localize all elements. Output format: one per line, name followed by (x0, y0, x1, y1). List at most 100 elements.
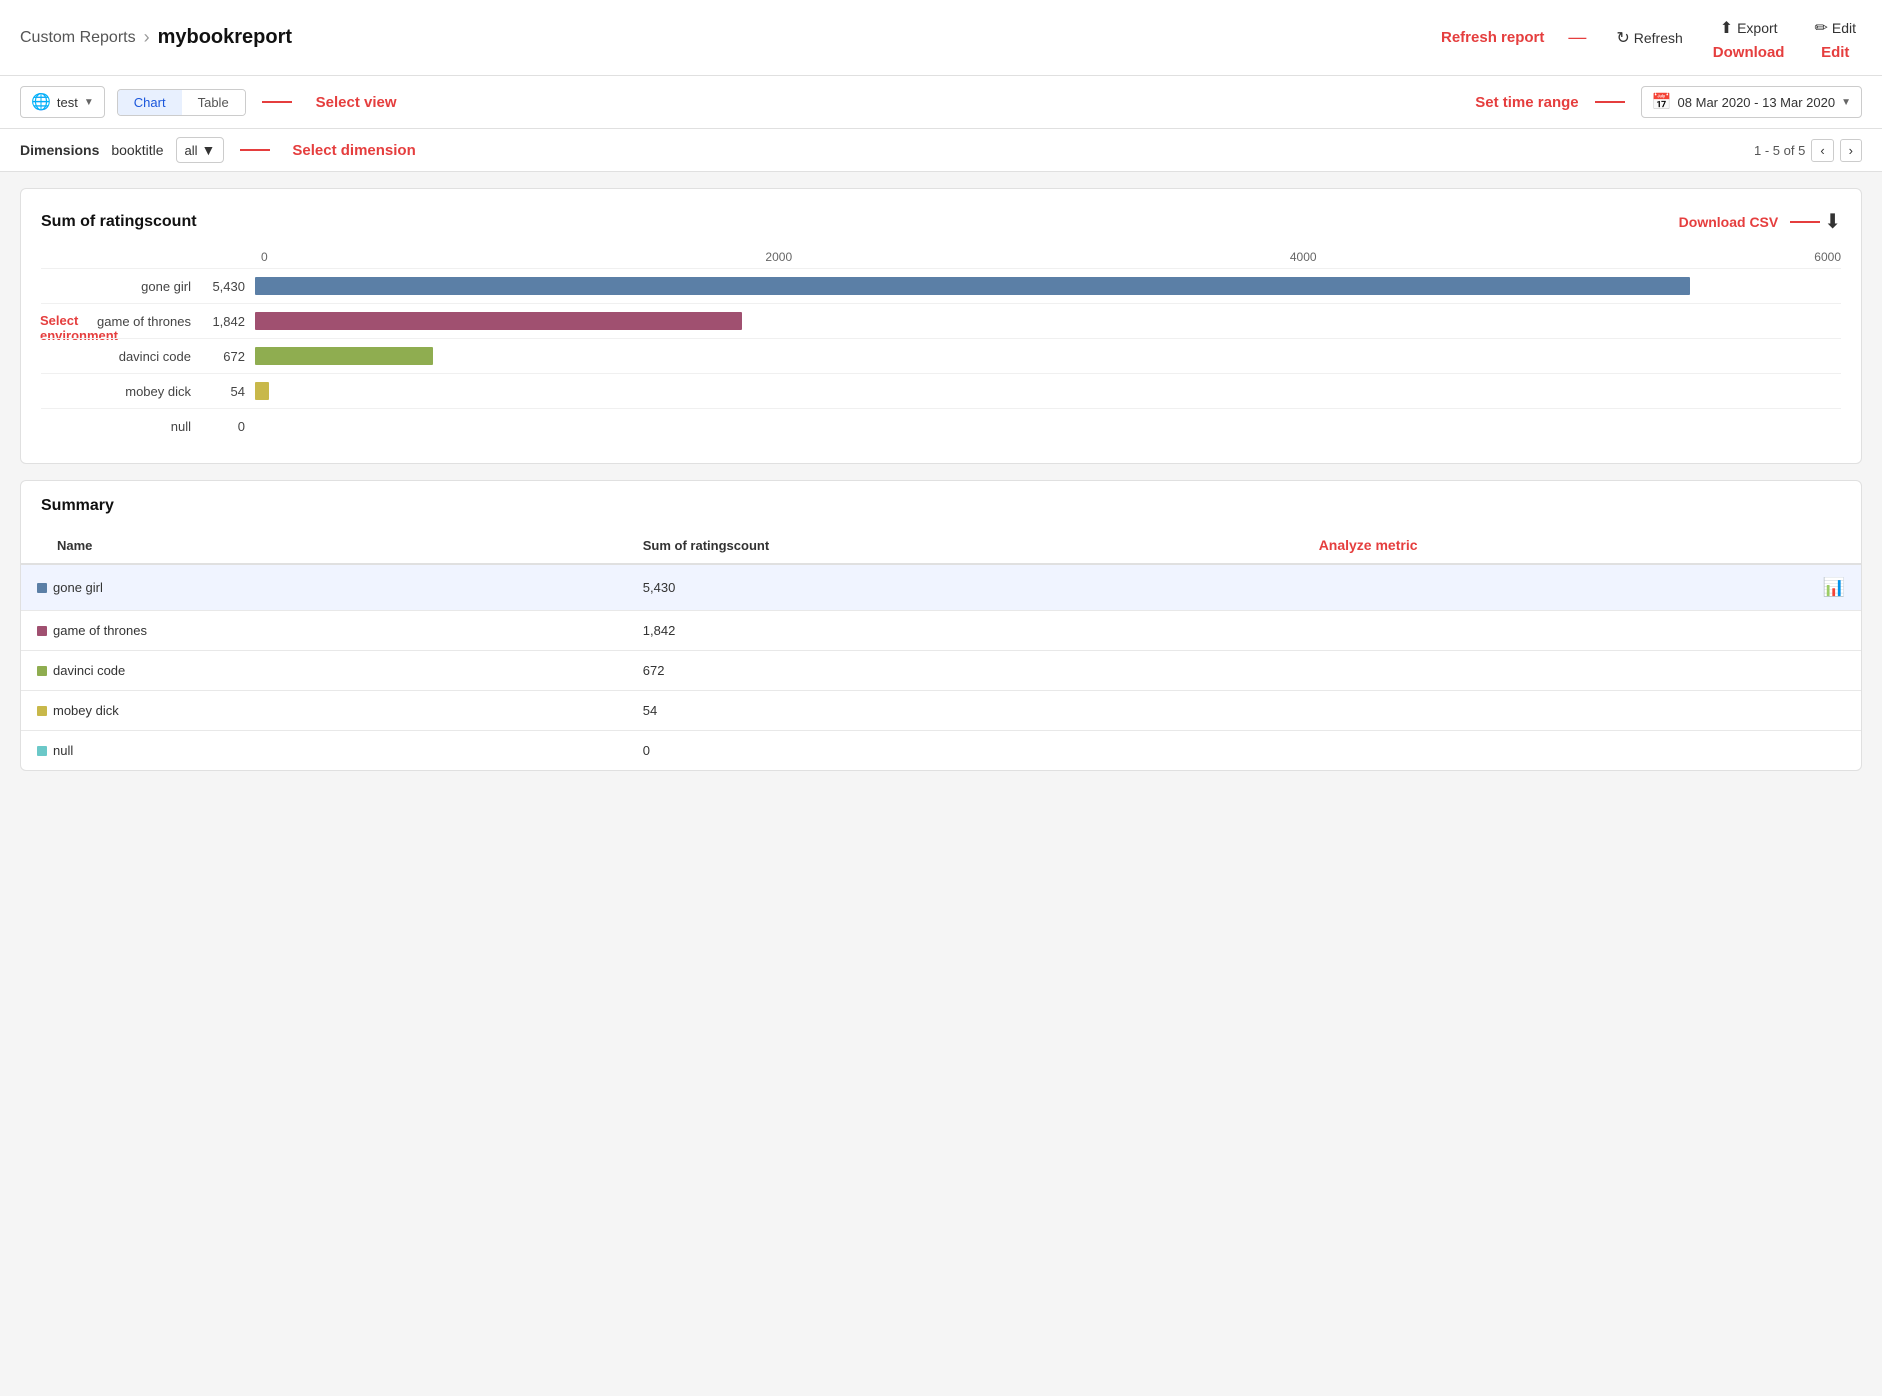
filter-caret-icon: ▼ (202, 142, 216, 158)
chart-row: davinci code 672 (41, 338, 1841, 373)
table-row: mobey dick 54 (21, 691, 1861, 731)
export-button[interactable]: ⬆ Export (1714, 14, 1784, 42)
page-prev-button[interactable]: ‹ (1811, 139, 1833, 162)
tab-table[interactable]: Table (182, 90, 245, 115)
export-label: Export (1737, 20, 1777, 36)
breadcrumb: Custom Reports › mybookreport (20, 26, 1441, 49)
toolbar: 🌐 test ▼ Chart Table Select view Set tim… (0, 76, 1882, 129)
summary-table: Name Sum of ratingscount Analyze metric … (21, 527, 1861, 770)
refresh-label: Refresh (1634, 30, 1683, 46)
time-caret-icon: ▼ (1841, 97, 1851, 108)
chart-row-label: null (41, 419, 201, 434)
set-time-range-annotation: Set time range (1475, 94, 1578, 111)
time-range-text: 08 Mar 2020 - 13 Mar 2020 (1678, 95, 1836, 110)
summary-title: Summary (41, 497, 1841, 515)
download-csv-arrow (1790, 221, 1820, 223)
chart-row-bar-area (255, 310, 1841, 332)
refresh-report-annotation: Refresh report (1441, 29, 1544, 46)
edit-icon: ✏ (1814, 18, 1827, 38)
chart-axis: 0 2000 4000 6000 (41, 250, 1841, 268)
table-row: game of thrones 1,842 (21, 611, 1861, 651)
chart-bar (255, 347, 433, 365)
row-label: gone girl (53, 580, 103, 595)
select-view-arrow (262, 101, 292, 103)
environment-selector[interactable]: 🌐 test ▼ (20, 86, 105, 118)
chart-row-value: 672 (201, 349, 255, 364)
analyze-cell-empty (1303, 651, 1861, 691)
chart-row: mobey dick 54 (41, 373, 1841, 408)
download-annotation: Download (1713, 44, 1785, 61)
chart-bar (255, 312, 742, 330)
summary-name-cell: gone girl (21, 564, 627, 611)
table-row: gone girl 5,430 📊 (21, 564, 1861, 611)
th-metric: Sum of ratingscount (627, 527, 1303, 564)
summary-tbody: gone girl 5,430 📊 game of thrones 1,842 … (21, 564, 1861, 770)
filter-value: all (185, 143, 198, 158)
name-with-color: game of thrones (37, 623, 611, 638)
main-content: Sum of ratingscount Download CSV ⬇ 0 200… (0, 172, 1882, 787)
chart-row-label: davinci code (41, 349, 201, 364)
arrow-icon: — (1568, 27, 1586, 48)
table-row: null 0 (21, 731, 1861, 771)
summary-value-cell: 0 (627, 731, 1303, 771)
refresh-icon: ↻ (1616, 28, 1629, 48)
analyze-cell-empty (1303, 691, 1861, 731)
summary-name-cell: davinci code (21, 651, 627, 691)
time-range-selector[interactable]: 📅 08 Mar 2020 - 13 Mar 2020 ▼ (1641, 86, 1862, 118)
select-dimension-annotation: Select dimension (292, 142, 415, 159)
select-view-annotation: Select view (316, 94, 397, 111)
th-name: Name (21, 527, 627, 564)
analyze-icon[interactable]: 📊 (1823, 577, 1845, 597)
analyze-cell-empty (1303, 731, 1861, 771)
chart-card-header: Sum of ratingscount Download CSV ⬇ (41, 209, 1841, 234)
chart-row-bar-area (255, 345, 1841, 367)
env-caret-icon: ▼ (84, 97, 94, 108)
chart-row: gone girl 5,430 (41, 268, 1841, 303)
chart-row-label: game of thrones (41, 314, 201, 329)
chart-title: Sum of ratingscount (41, 213, 1679, 231)
color-swatch (37, 626, 47, 636)
chart-row-value: 1,842 (201, 314, 255, 329)
page-next-button[interactable]: › (1840, 139, 1862, 162)
dimension-filter[interactable]: all ▼ (176, 137, 225, 163)
chart-row-bar-area (255, 380, 1841, 402)
refresh-button[interactable]: ↻ Refresh (1610, 24, 1688, 52)
tab-chart[interactable]: Chart (118, 90, 182, 115)
calendar-icon: 📅 (1652, 92, 1672, 112)
chart-row-bar-area (255, 275, 1841, 297)
chart-row-value: 54 (201, 384, 255, 399)
chart-row: null 0 (41, 408, 1841, 443)
chart-row: game of thrones 1,842 (41, 303, 1841, 338)
dimensions-bar: Dimensions booktitle all ▼ Select dimens… (0, 129, 1882, 172)
table-row: davinci code 672 (21, 651, 1861, 691)
name-with-color: mobey dick (37, 703, 611, 718)
color-swatch (37, 746, 47, 756)
edit-button[interactable]: ✏ Edit (1808, 14, 1862, 42)
env-name: test (57, 95, 78, 110)
chart-row-label: gone girl (41, 279, 201, 294)
chart-bar (255, 277, 1690, 295)
th-analyze: Analyze metric (1303, 527, 1861, 564)
chart-rows: gone girl 5,430 game of thrones 1,842 da… (41, 268, 1841, 443)
breadcrumb-separator: › (144, 27, 150, 48)
download-csv-button[interactable]: ⬇ (1824, 209, 1841, 234)
edit-group: ✏ Edit Edit (1808, 14, 1862, 61)
select-dim-arrow (240, 149, 270, 151)
time-range-arrow (1595, 101, 1625, 103)
row-label: game of thrones (53, 623, 147, 638)
color-swatch (37, 666, 47, 676)
axis-6000: 6000 (1814, 250, 1841, 264)
chart-row-label: mobey dick (41, 384, 201, 399)
row-label: mobey dick (53, 703, 119, 718)
summary-card: Summary Name Sum of ratingscount Analyze… (20, 480, 1862, 771)
summary-value-cell: 54 (627, 691, 1303, 731)
axis-4000: 4000 (1290, 250, 1317, 264)
header: Custom Reports › mybookreport Refresh re… (0, 0, 1882, 76)
chart-row-value: 5,430 (201, 279, 255, 294)
chart-row-value: 0 (201, 419, 255, 434)
chart-card: Sum of ratingscount Download CSV ⬇ 0 200… (20, 188, 1862, 464)
chart-row-bar-area (255, 415, 1841, 437)
summary-name-cell: null (21, 731, 627, 771)
breadcrumb-parent: Custom Reports (20, 29, 136, 47)
dimension-value: booktitle (111, 142, 163, 158)
